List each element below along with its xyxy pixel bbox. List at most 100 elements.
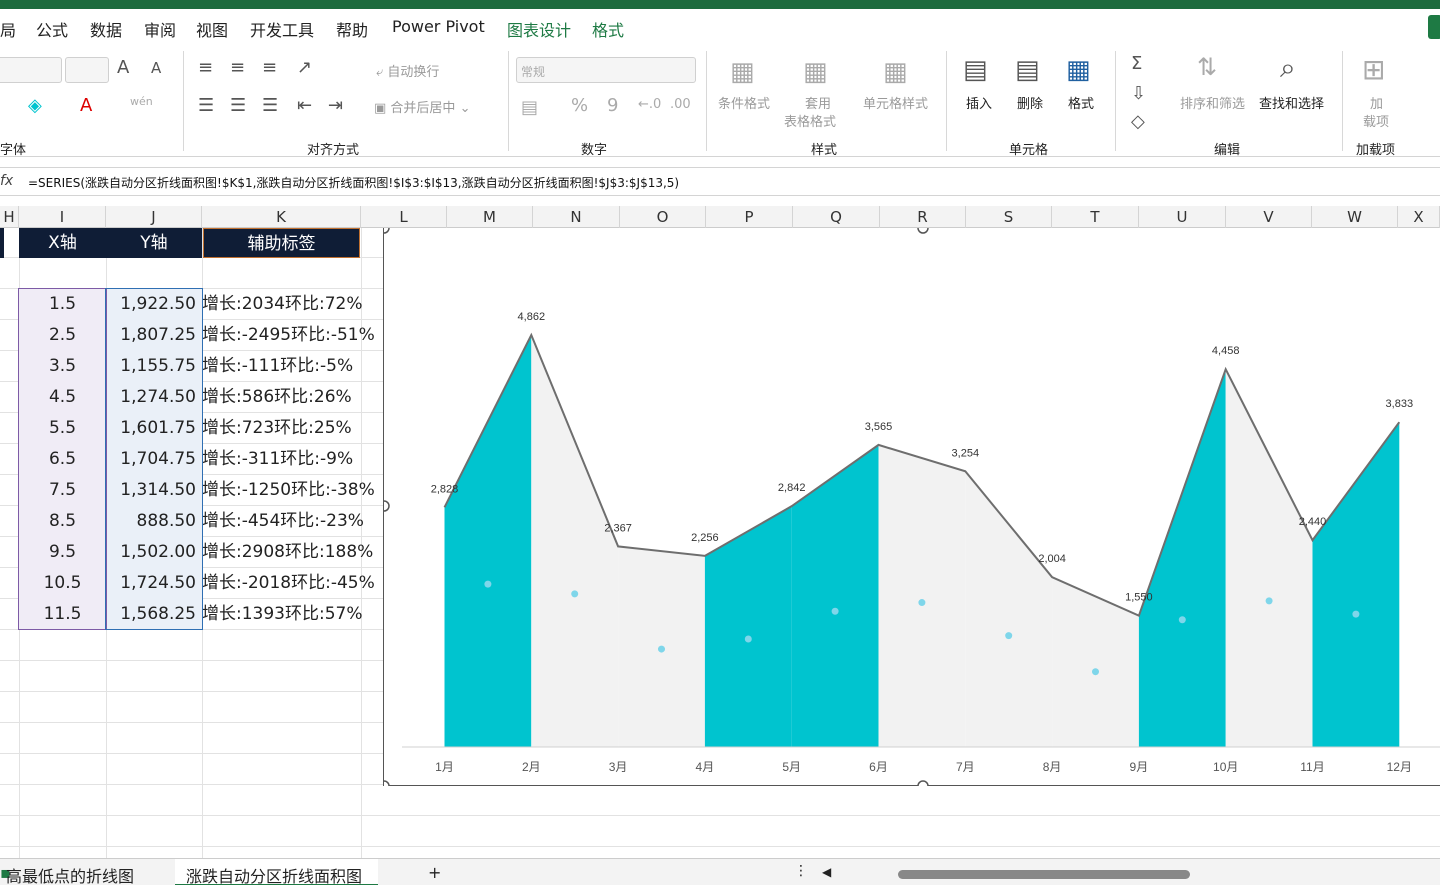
insert-button[interactable]: 插入 [966,93,992,112]
helper-point[interactable] [1178,616,1186,624]
conditional-format-button[interactable]: 条件格式 [718,93,770,112]
cell-helper-label[interactable]: 增长:-111环比:-5% [202,351,382,382]
column-header-v[interactable]: V [1226,206,1312,228]
percent-button[interactable]: % [571,95,588,116]
x-tick-label[interactable]: 4月 [696,760,715,774]
column-header-h[interactable]: H [0,206,19,228]
resize-handle[interactable] [917,780,929,792]
data-label[interactable]: 2,004 [1038,553,1066,565]
indent-increase-icon[interactable]: ⇥ [328,95,343,116]
sort-filter-button[interactable]: 排序和筛选 [1180,93,1245,112]
tab-view[interactable]: 视图 [196,17,228,41]
cell-helper-label[interactable]: 增长:-2018环比:-45% [202,568,382,599]
x-tick-label[interactable]: 6月 [869,760,888,774]
helper-point[interactable] [484,580,492,588]
data-label[interactable]: 4,458 [1212,345,1240,357]
header-y-axis[interactable]: Y轴 [106,228,202,258]
comma-button[interactable]: 9 [607,95,618,116]
table-format-label-2[interactable]: 表格格式 [784,111,836,130]
column-header-k[interactable]: K [202,206,361,228]
increase-decimal-icon[interactable]: ←.0 [638,97,661,112]
helper-point[interactable] [1265,597,1273,605]
rise-area[interactable] [1138,369,1226,747]
addins-label-2[interactable]: 载项 [1363,111,1389,130]
phonetic-icon[interactable]: wén [130,95,153,108]
horizontal-scrollbar[interactable] [898,870,1190,879]
align-middle-icon[interactable]: ≡ [230,57,245,78]
x-tick-label[interactable]: 10月 [1213,760,1238,774]
cell-helper-label[interactable]: 增长:2908环比:188% [202,537,382,568]
data-label[interactable]: 3,565 [865,421,893,433]
header-helper-label[interactable]: 辅助标签 [203,228,360,258]
column-header-p[interactable]: P [706,206,793,228]
orientation-icon[interactable]: ↗ [297,57,312,78]
helper-point[interactable] [831,607,839,615]
column-header-r[interactable]: R [880,206,966,228]
fall-area[interactable] [1225,369,1313,747]
tab-format[interactable]: 格式 [592,17,624,41]
align-left-icon[interactable]: ☰ [198,95,214,116]
share-button[interactable] [1428,15,1440,39]
tab-chart-design[interactable]: 图表设计 [507,17,571,41]
sheet-tab-prev[interactable]: 高最低点的折线图 [6,863,134,885]
x-tick-label[interactable]: 5月 [782,760,801,774]
helper-point[interactable] [744,635,752,643]
decrease-decimal-icon[interactable]: .00 [670,97,691,112]
data-label[interactable]: 2,842 [778,482,806,494]
tab-help[interactable]: 帮助 [336,17,368,41]
x-tick-label[interactable]: 7月 [956,760,975,774]
column-header-q[interactable]: Q [793,206,880,228]
cell-helper-label[interactable]: 增长:-2495环比:-51% [202,320,382,351]
autosum-icon[interactable]: Σ [1131,53,1142,74]
cell-helper-label[interactable]: 增长:-454环比:-23% [202,506,382,537]
tab-formulas[interactable]: 公式 [36,17,68,41]
tab-data[interactable]: 数据 [90,17,122,41]
find-select-button[interactable]: 查找和选择 [1259,93,1324,112]
align-bottom-icon[interactable]: ≡ [262,57,277,78]
resize-handle[interactable] [378,500,390,512]
align-center-icon[interactable]: ☰ [230,95,246,116]
data-label[interactable]: 2,828 [431,483,459,495]
cell-helper-label[interactable]: 增长:2034环比:72% [202,289,382,320]
rise-area[interactable] [1312,422,1400,747]
merge-center-button[interactable]: ▣ 合并后居中 ⌄ [374,97,470,116]
scroll-left-icon[interactable]: ◀ [822,865,831,879]
fall-area[interactable] [965,471,1053,747]
data-label[interactable]: 2,367 [604,522,632,534]
font-grow-button[interactable]: A [117,57,129,78]
x-tick-label[interactable]: 11月 [1300,760,1324,774]
fall-area[interactable] [878,444,966,747]
chart-area[interactable]: 2,828 4,862 2,367 2,256 2,842 3,565 3,254 2,004… [378,222,1440,792]
number-format-select[interactable]: 常规 [516,57,696,83]
data-label[interactable]: 1,550 [1125,592,1153,604]
x-tick-label[interactable]: 1月 [435,760,454,774]
helper-point[interactable] [918,599,926,607]
format-button[interactable]: 格式 [1068,93,1094,112]
font-shrink-button[interactable]: A [151,59,161,77]
rise-area[interactable] [444,335,532,747]
column-header-m[interactable]: M [447,206,533,228]
helper-point[interactable] [1352,610,1360,618]
cell-helper-label[interactable]: 增长:586环比:26% [202,382,382,413]
cell-helper-label[interactable]: 增长:723环比:25% [202,413,382,444]
column-header-o[interactable]: O [620,206,706,228]
helper-point[interactable] [1092,668,1099,676]
cell-helper-label[interactable]: 增长:1393环比:57% [202,599,382,630]
wrap-text-button[interactable]: ⤶ 自动换行 [376,61,439,80]
fx-icon[interactable]: fx [0,173,13,189]
column-header-t[interactable]: T [1052,206,1139,228]
tab-power-pivot[interactable]: Power Pivot [392,17,485,36]
column-header-w[interactable]: W [1312,206,1398,228]
header-cell-h[interactable] [0,228,4,258]
delete-button[interactable]: 删除 [1017,93,1043,112]
helper-point[interactable] [658,645,665,653]
sheet-tab-active[interactable]: 涨跌自动分区折线面积图 [186,863,362,885]
helper-point[interactable] [571,590,579,598]
resize-handle[interactable] [378,780,390,792]
column-header-x[interactable]: X [1398,206,1440,228]
currency-icon[interactable]: ▤ [521,97,538,118]
clear-icon[interactable]: ◇ [1131,111,1145,132]
data-label[interactable]: 2,440 [1299,516,1327,528]
helper-point[interactable] [1005,632,1013,640]
header-x-axis[interactable]: X轴 [19,228,106,258]
